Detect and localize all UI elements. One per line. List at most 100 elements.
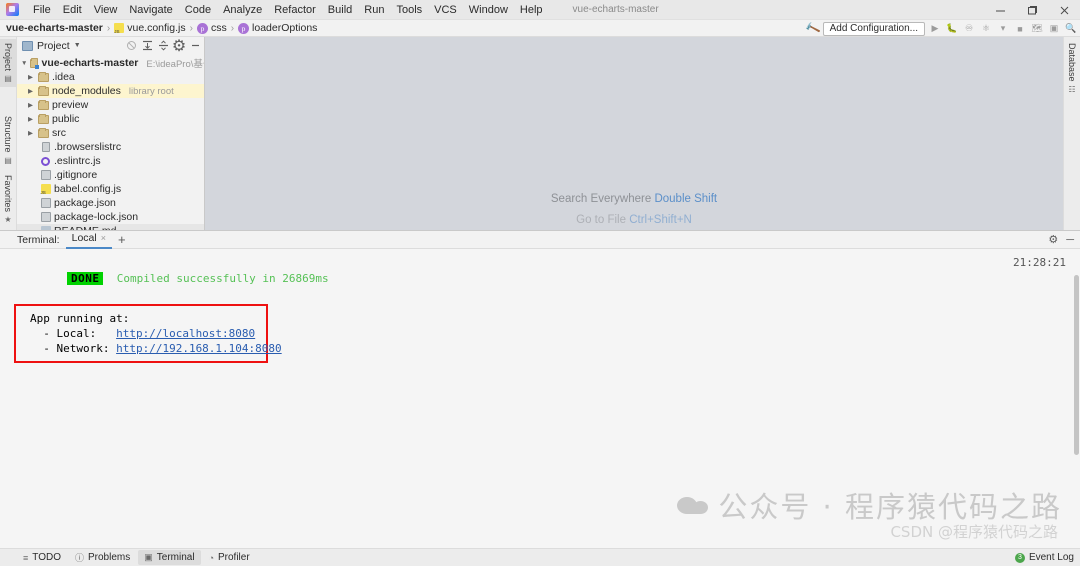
run-icon[interactable]: ▶ <box>928 22 942 36</box>
tree-row[interactable]: .gitignore <box>17 168 204 182</box>
network-url-label: - Network: <box>30 342 117 355</box>
menu-item-refactor[interactable]: Refactor <box>268 1 322 19</box>
status-bar-item-todo[interactable]: ≡ TODO <box>17 550 67 565</box>
tree-row[interactable]: ▶ src <box>17 126 204 140</box>
menu-item-help[interactable]: Help <box>514 1 549 19</box>
watermark-main: 公众号 · 程序猿代码之路 <box>677 484 1062 526</box>
chevron-down-icon[interactable]: ▾ <box>996 22 1010 36</box>
hammer-icon[interactable]: 🔨 <box>804 20 821 37</box>
tree-row[interactable]: .browserslistrc <box>17 140 204 154</box>
minimize-icon[interactable] <box>984 0 1016 20</box>
tool-stripe-label: Structure <box>3 116 13 153</box>
star-icon: ★ <box>3 215 13 224</box>
event-log-area[interactable]: 3 Event Log <box>1014 552 1074 563</box>
menu-item-view[interactable]: View <box>88 1 124 19</box>
close-icon[interactable]: × <box>101 233 106 243</box>
editor-hint-shortcut: Ctrl+Shift+N <box>629 214 692 226</box>
editor-hint-shortcut: Double Shift <box>654 193 718 205</box>
expand-all-icon[interactable] <box>141 40 153 52</box>
menu-item-run[interactable]: Run <box>358 1 390 19</box>
terminal-output[interactable]: DONE Compiled successfully in 26869ms 21… <box>0 249 1080 548</box>
chevron-down-icon[interactable]: ▼ <box>21 60 27 67</box>
app-running-title: App running at: <box>30 312 130 325</box>
close-icon[interactable] <box>1048 0 1080 20</box>
tree-row[interactable]: package-lock.json <box>17 210 204 224</box>
gear-icon[interactable]: ⚙ <box>172 38 186 55</box>
tree-row[interactable]: babel.config.js <box>17 182 204 196</box>
collapse-disabled-icon[interactable] <box>125 40 137 52</box>
menu-item-vcs[interactable]: VCS <box>428 1 463 19</box>
tool-stripe-favorites[interactable]: Favorites ★ <box>0 171 16 228</box>
breadcrumb: vue-echarts-master›vue.config.js›pcss›pl… <box>6 22 317 34</box>
new-terminal-tab-button[interactable]: + <box>118 233 126 246</box>
hide-icon[interactable]: ─ <box>1066 234 1074 246</box>
terminal-tab-local[interactable]: Local × <box>65 230 112 249</box>
chevron-right-icon[interactable]: ▶ <box>26 129 35 137</box>
open-in-browser-icon[interactable]: 🗺 <box>1030 22 1044 36</box>
chevron-right-icon[interactable]: ▶ <box>26 115 35 123</box>
tree-row-label: .gitignore <box>54 169 98 182</box>
menu-item-code[interactable]: Code <box>179 1 217 19</box>
terminal-scrollbar[interactable] <box>1074 275 1079 455</box>
breadcrumb-item-3[interactable]: p loaderOptions <box>238 22 317 34</box>
tree-row[interactable]: .eslintrc.js <box>17 154 204 168</box>
status-bar-item-terminal[interactable]: ▣ Terminal <box>138 550 201 565</box>
local-url-link[interactable]: http://localhost:8080 <box>116 327 255 340</box>
chevron-right-icon[interactable]: ▶ <box>26 87 35 95</box>
collapse-all-icon[interactable] <box>157 40 169 52</box>
breadcrumb-separator: › <box>230 22 235 34</box>
profile-icon[interactable]: ⚛ <box>979 22 993 36</box>
menu-item-navigate[interactable]: Navigate <box>123 1 178 19</box>
search-icon[interactable]: 🔍 <box>1064 22 1078 36</box>
run-with-coverage-icon[interactable]: ♾ <box>962 22 976 36</box>
window-controls <box>984 0 1080 20</box>
status-bar-item-problems[interactable]: ⓘ Problems <box>69 550 136 565</box>
stop-icon[interactable]: ■ <box>1013 22 1027 36</box>
tool-stripe-project[interactable]: Project ▤ <box>0 39 16 88</box>
ide-window: File Edit View Navigate Code Analyze Refactor B… <box>0 0 1080 566</box>
terminal-status-line: DONE Compiled successfully in 26869ms <box>14 256 1080 301</box>
maximize-icon[interactable] <box>1016 0 1048 20</box>
breadcrumb-item-1[interactable]: vue.config.js <box>114 22 186 34</box>
tree-row[interactable]: package.json <box>17 196 204 210</box>
menu-item-edit[interactable]: Edit <box>57 1 88 19</box>
gear-icon[interactable]: ⚙ <box>1048 233 1058 246</box>
network-url-link[interactable]: http://192.168.1.104:8080 <box>116 342 282 355</box>
debug-icon[interactable]: 🐛 <box>945 22 959 36</box>
navigation-bar: vue-echarts-master›vue.config.js›pcss›pl… <box>0 20 1080 37</box>
menu-item-tools[interactable]: Tools <box>390 1 428 19</box>
status-bar-item-label: Profiler <box>218 552 250 563</box>
tree-row[interactable]: ▶ public <box>17 112 204 126</box>
menu-item-window[interactable]: Window <box>463 1 514 19</box>
todo-icon: ≡ <box>23 552 29 563</box>
menu-item-build[interactable]: Build <box>322 1 358 19</box>
project-tree[interactable]: ▼ vue-echarts-master E:\ideaPro\基于Vue¹ ▶ .id… <box>17 54 204 230</box>
watermark-text: 公众号 · 程序猿代码之路 <box>718 490 1062 524</box>
event-log-label[interactable]: Event Log <box>1029 552 1074 563</box>
menu-item-file[interactable]: File <box>27 1 57 19</box>
tree-row[interactable]: ▶ .idea <box>17 70 204 84</box>
tool-stripe-structure[interactable]: Structure ▤ <box>0 112 16 169</box>
tree-row-label: vue-echarts-master <box>41 57 139 70</box>
breadcrumb-item-2[interactable]: p css <box>196 22 227 34</box>
preview-icon[interactable]: ▣ <box>1047 22 1061 36</box>
tool-stripe-database[interactable]: Database ☷ <box>1066 39 1078 98</box>
folder-icon <box>38 71 49 82</box>
hide-icon[interactable] <box>189 40 201 52</box>
menu-item-analyze[interactable]: Analyze <box>217 1 268 19</box>
folder-icon <box>38 99 49 110</box>
compiled-message: Compiled successfully in 26869ms <box>116 272 329 285</box>
done-badge: DONE <box>66 272 104 285</box>
chevron-right-icon[interactable]: ▶ <box>26 73 35 81</box>
tree-row-label: package.json <box>54 197 116 210</box>
chevron-down-icon[interactable]: ▼ <box>74 42 81 49</box>
tree-row[interactable]: ▼ vue-echarts-master E:\ideaPro\基于Vue¹ <box>17 56 204 70</box>
tree-row[interactable]: ▶ node_modules library root <box>17 84 204 99</box>
run-configuration-selector[interactable]: Add Configuration... <box>822 21 925 36</box>
breadcrumb-item-0[interactable]: vue-echarts-master <box>6 22 103 34</box>
json-file-icon <box>40 212 51 223</box>
database-icon: ☷ <box>1067 84 1077 94</box>
status-bar-item-profiler[interactable]: ◔ Profiler <box>203 550 256 565</box>
tree-row[interactable]: ▶ preview <box>17 98 204 112</box>
chevron-right-icon[interactable]: ▶ <box>26 101 35 109</box>
